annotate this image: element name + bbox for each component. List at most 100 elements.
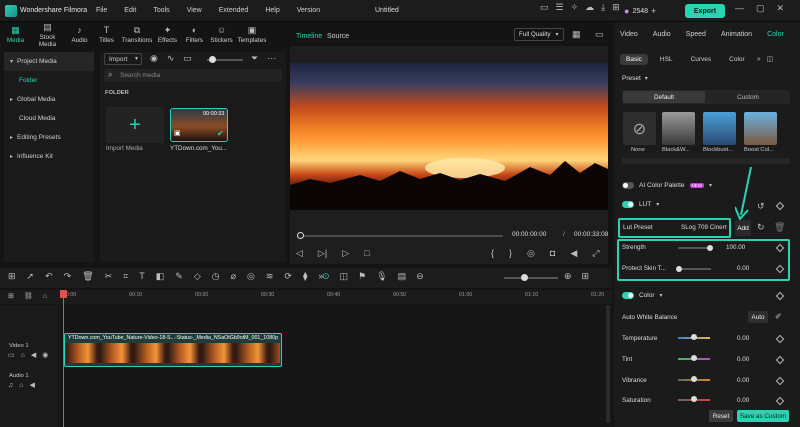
undo-icon[interactable]: ↶ bbox=[45, 272, 53, 281]
tab-speed[interactable]: Speed bbox=[686, 31, 706, 38]
protect-skin-slider[interactable] bbox=[676, 266, 711, 272]
lock-track-icon[interactable]: ⌂ bbox=[43, 293, 47, 300]
tab-timeline[interactable]: Timeline bbox=[296, 33, 322, 40]
zoom-in-icon[interactable]: ⊕ bbox=[564, 272, 572, 281]
track-lock-icon[interactable]: ⌂ bbox=[19, 382, 23, 389]
tab-stickers[interactable]: ☺ Stickers bbox=[210, 26, 233, 45]
timeline-ruler[interactable]: 00:00 00:10 00:20 00:30 00:40 00:50 01:0… bbox=[0, 290, 612, 304]
speed-icon[interactable]: ◷ bbox=[212, 272, 220, 281]
grid-layout-icon[interactable]: ⊞ bbox=[8, 272, 16, 281]
temperature-knob[interactable] bbox=[691, 334, 697, 340]
add-track-icon[interactable]: ⊞ bbox=[8, 293, 14, 300]
vibrance-knob[interactable] bbox=[691, 376, 697, 382]
more-tabs-icon[interactable]: » bbox=[757, 56, 761, 63]
close-icon[interactable]: ✕ bbox=[777, 4, 785, 13]
audio-sync-icon[interactable]: ≋ bbox=[266, 272, 274, 281]
preview-scrubber[interactable] bbox=[297, 235, 503, 237]
menu-extended[interactable]: Extended bbox=[219, 7, 249, 14]
saturation-knob[interactable] bbox=[691, 396, 697, 402]
tab-animation[interactable]: Animation bbox=[721, 31, 752, 38]
import-media-button[interactable]: + bbox=[106, 107, 164, 143]
minimize-icon[interactable]: — bbox=[735, 4, 744, 13]
folder-plus-icon[interactable]: ▭ bbox=[183, 54, 192, 63]
segment-custom[interactable]: Custom bbox=[707, 91, 789, 103]
monitor-icon[interactable]: ▭ bbox=[540, 3, 549, 12]
tab-stock-media[interactable]: ▤ Stock Media bbox=[31, 22, 64, 48]
delete-icon[interactable]: 🗑 bbox=[82, 272, 93, 281]
track-mute-icon[interactable]: ◀ bbox=[29, 382, 34, 389]
tab-media[interactable]: ▦ Media bbox=[4, 26, 27, 45]
chevron-down-icon[interactable]: ▾ bbox=[645, 76, 648, 82]
tab-color[interactable]: Color bbox=[767, 31, 784, 38]
playhead-handle[interactable] bbox=[60, 290, 67, 298]
zoom-out-icon[interactable]: ⊖ bbox=[416, 272, 424, 281]
preset-black-white[interactable] bbox=[662, 112, 695, 145]
track-video-icon[interactable]: ▭ bbox=[8, 352, 15, 359]
menu-version[interactable]: Version bbox=[297, 7, 320, 14]
protect-skin-knob[interactable] bbox=[676, 266, 682, 272]
credits-indicator[interactable]: ● 2548 + bbox=[624, 5, 656, 17]
keyframe-icon[interactable]: ⧫ bbox=[303, 272, 307, 281]
fullscreen-icon[interactable]: ▭ bbox=[595, 30, 604, 39]
zoom-knob[interactable] bbox=[521, 274, 528, 281]
tab-source[interactable]: Source bbox=[327, 33, 349, 40]
subtab-color[interactable]: Color bbox=[723, 54, 751, 65]
tint-knob[interactable] bbox=[691, 355, 697, 361]
temperature-value[interactable]: 0.00 bbox=[737, 335, 749, 342]
tint-value[interactable]: 0.00 bbox=[737, 356, 749, 363]
mark-out-icon[interactable]: } bbox=[509, 249, 512, 258]
track-lock-icon[interactable]: ⌂ bbox=[21, 352, 25, 359]
volume-icon[interactable]: ◀ bbox=[570, 249, 577, 258]
timeline-grid-icon[interactable]: ⊞ bbox=[582, 272, 590, 281]
maximize-icon[interactable]: ▢ bbox=[756, 4, 765, 13]
ai-palette-toggle[interactable] bbox=[622, 182, 634, 189]
mask-icon[interactable]: ◎ bbox=[247, 272, 255, 281]
tab-titles[interactable]: T Titles bbox=[95, 26, 118, 45]
grid-icon[interactable]: ⊞ bbox=[612, 3, 620, 12]
refresh-icon[interactable]: ↻ bbox=[757, 223, 765, 232]
audio-wave-icon[interactable]: ∿ bbox=[167, 54, 175, 63]
reset-lut-icon[interactable]: ↺ bbox=[757, 202, 765, 211]
text-tool-icon[interactable]: T bbox=[139, 272, 145, 281]
select-tool-icon[interactable]: ➚ bbox=[27, 272, 35, 281]
link-icon[interactable]: ⛓ bbox=[24, 293, 33, 300]
auto-ripple-icon[interactable]: ⊙ bbox=[322, 272, 330, 281]
shape-icon[interactable]: ◇ bbox=[194, 272, 201, 281]
tab-audio-props[interactable]: Audio bbox=[653, 31, 671, 38]
preset-boost-color[interactable] bbox=[744, 112, 777, 145]
protect-skin-value[interactable]: 0.00 bbox=[737, 265, 749, 272]
chevron-down-icon[interactable]: ▾ bbox=[656, 202, 659, 208]
tab-effects[interactable]: ✦ Effects bbox=[156, 26, 179, 45]
reset-button[interactable]: Reset bbox=[709, 410, 733, 422]
sidebar-item-project-media[interactable]: ▾ Project Media bbox=[4, 52, 94, 71]
strength-value[interactable]: 100.00 bbox=[726, 244, 745, 251]
export-button[interactable]: Export bbox=[685, 4, 725, 18]
sidebar-item-editing-presets[interactable]: ▸ Editing Presets bbox=[4, 128, 94, 147]
subtab-hsl[interactable]: HSL bbox=[654, 54, 679, 65]
sidebar-item-global-media[interactable]: ▸ Global Media bbox=[4, 90, 94, 109]
ai-tool-icon[interactable]: ✎ bbox=[175, 272, 183, 281]
cloud-upload-icon[interactable]: ☁ bbox=[585, 3, 594, 12]
marker-icon[interactable]: ⚑ bbox=[358, 272, 366, 281]
menu-view[interactable]: View bbox=[187, 7, 202, 14]
tab-templates[interactable]: ▣ Templates bbox=[237, 26, 267, 45]
delete-icon[interactable]: 🗑 bbox=[774, 223, 785, 232]
track-music-icon[interactable]: ♫ bbox=[8, 382, 13, 389]
menu-help[interactable]: Help bbox=[265, 7, 279, 14]
tab-audio[interactable]: ♪ Audio bbox=[68, 26, 91, 45]
snapshot-layout-icon[interactable]: ▦ bbox=[572, 30, 581, 39]
color-match-icon[interactable]: ◧ bbox=[156, 272, 165, 281]
lut-toggle[interactable] bbox=[622, 201, 634, 208]
crop-icon[interactable]: ⌗ bbox=[123, 272, 128, 281]
chevron-down-icon[interactable]: ▾ bbox=[709, 183, 712, 189]
auto-wb-button[interactable]: Auto bbox=[748, 311, 768, 323]
thumbnail-size-knob[interactable] bbox=[209, 56, 216, 63]
record-icon[interactable]: ◉ bbox=[150, 54, 158, 63]
render-icon[interactable]: ◎ bbox=[527, 249, 535, 258]
segment-default[interactable]: Default bbox=[623, 91, 705, 103]
sidebar-item-influence-kit[interactable]: ▸ Influence Kit bbox=[4, 147, 94, 166]
menu-tools[interactable]: Tools bbox=[153, 7, 169, 14]
menu-file[interactable]: File bbox=[96, 7, 107, 14]
stop-icon[interactable]: □ bbox=[364, 249, 369, 258]
snap-icon[interactable]: ◫ bbox=[340, 272, 349, 281]
